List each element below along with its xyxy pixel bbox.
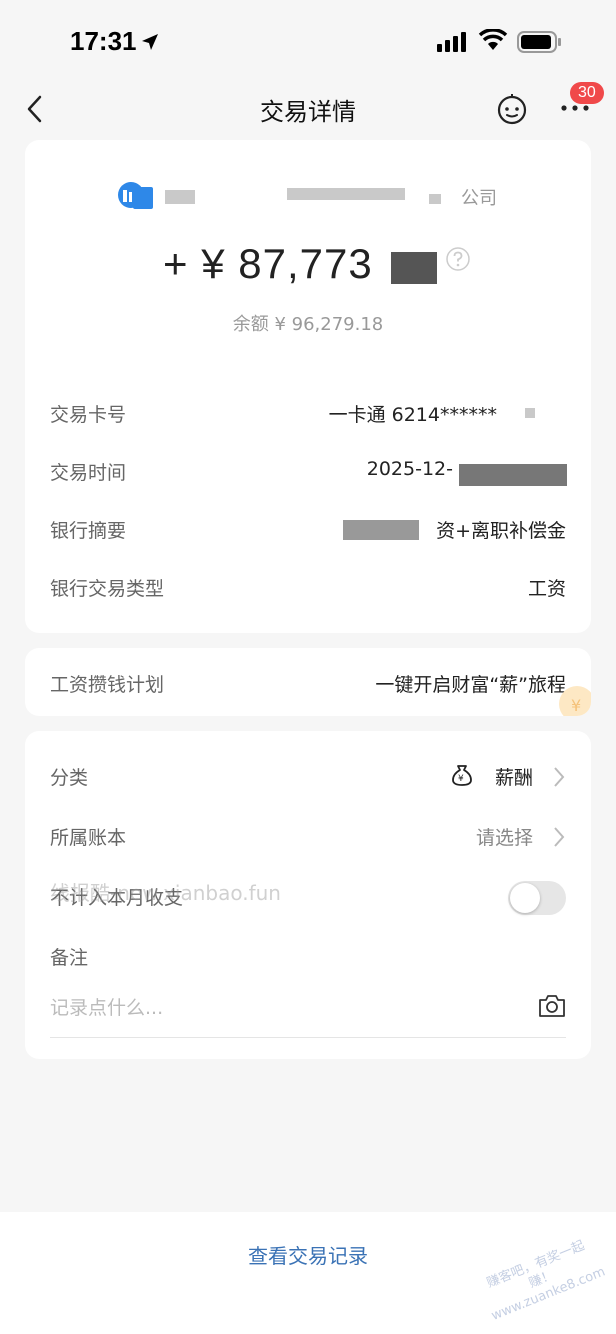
status-bar: 17:31 xyxy=(0,0,616,84)
status-time: 17:31 xyxy=(70,26,137,56)
category-row[interactable]: 分类 ¥ 薪酬 xyxy=(25,747,591,805)
chevron-right-icon[interactable] xyxy=(552,765,566,789)
detail-row-type: 银行交易类型 工资 xyxy=(25,558,591,616)
detail-value: 工资 xyxy=(527,578,566,600)
detail-label: 银行交易类型 xyxy=(50,578,165,600)
watermark-text: 线报酷-new.xianbao.fun xyxy=(50,881,281,905)
detail-value: 一卡通 6214****** xyxy=(328,404,497,426)
more-options-icon[interactable] xyxy=(560,104,590,112)
bottom-bar: 查看交易记录 赚客吧，有奖一起赚！ www.zuanke8.com xyxy=(0,1212,616,1334)
note-row: 备注 xyxy=(25,927,591,985)
nav-bar: 交易详情 30 xyxy=(0,82,616,134)
detail-label: 银行摘要 xyxy=(50,520,127,542)
toggle-knob xyxy=(510,883,540,913)
redacted-merchant-name xyxy=(429,194,441,204)
balance-text: 余额 ¥ 96,279.18 xyxy=(232,314,384,335)
detail-label: 交易时间 xyxy=(50,462,127,484)
wifi-icon xyxy=(478,29,508,50)
transaction-summary-card: 公司 + ¥ 87,773 余额 ¥ 96,279.18 交易卡号 一卡通 62… xyxy=(25,140,591,633)
note-label: 备注 xyxy=(50,947,89,969)
battery-icon xyxy=(517,31,561,53)
salary-savings-plan-card[interactable]: 工资攒钱计划 一键开启财富“薪”旅程 ¥ xyxy=(25,648,591,716)
detail-row-summary: 银行摘要 资+离职补偿金 xyxy=(25,500,591,558)
exclude-toggle[interactable] xyxy=(508,881,566,915)
detail-row-card-number: 交易卡号 一卡通 6214****** xyxy=(25,384,591,442)
detail-value: 资+离职补偿金 xyxy=(436,520,566,542)
merchant-row: 公司 xyxy=(25,180,591,212)
redacted-merchant-name xyxy=(165,190,195,204)
plan-label: 工资攒钱计划 xyxy=(50,674,165,696)
amount-row: + ¥ 87,773 xyxy=(25,238,591,294)
svg-text:¥: ¥ xyxy=(458,774,464,784)
ledger-label: 所属账本 xyxy=(50,827,127,849)
detail-label: 交易卡号 xyxy=(50,404,127,426)
detail-value: 2025-12- xyxy=(366,458,453,480)
redacted-amount-decimal xyxy=(391,252,437,284)
ledger-value: 请选择 xyxy=(475,827,533,849)
category-label: 分类 xyxy=(50,767,89,789)
question-icon[interactable] xyxy=(445,246,471,272)
category-value: 薪酬 xyxy=(494,767,533,789)
ledger-row[interactable]: 所属账本 请选择 xyxy=(25,807,591,865)
redacted-summary xyxy=(343,520,419,540)
plan-value: 一键开启财富“薪”旅程 xyxy=(375,674,566,696)
detail-row-time: 交易时间 2025-12- xyxy=(25,442,591,500)
redacted-merchant-name xyxy=(287,188,405,200)
notification-badge: 30 xyxy=(570,82,604,104)
location-arrow-icon xyxy=(142,34,158,50)
camera-icon[interactable] xyxy=(537,993,567,1019)
merchant-logo-icon xyxy=(118,182,153,209)
svg-text:¥: ¥ xyxy=(571,696,581,715)
merchant-name-suffix: 公司 xyxy=(461,188,497,209)
money-bag-icon: ¥ xyxy=(452,765,472,786)
chevron-right-icon[interactable] xyxy=(552,825,566,849)
note-input[interactable]: 记录点什么... xyxy=(50,993,520,1020)
transaction-amount: + ¥ 87,773 xyxy=(163,240,373,287)
redacted-card-digits xyxy=(525,408,535,418)
note-underline xyxy=(50,1037,566,1038)
cellular-signal-icon xyxy=(437,32,466,52)
coin-decoration-icon: ¥ xyxy=(559,686,591,716)
redacted-time xyxy=(459,464,567,486)
customer-service-robot-icon[interactable] xyxy=(496,93,528,125)
